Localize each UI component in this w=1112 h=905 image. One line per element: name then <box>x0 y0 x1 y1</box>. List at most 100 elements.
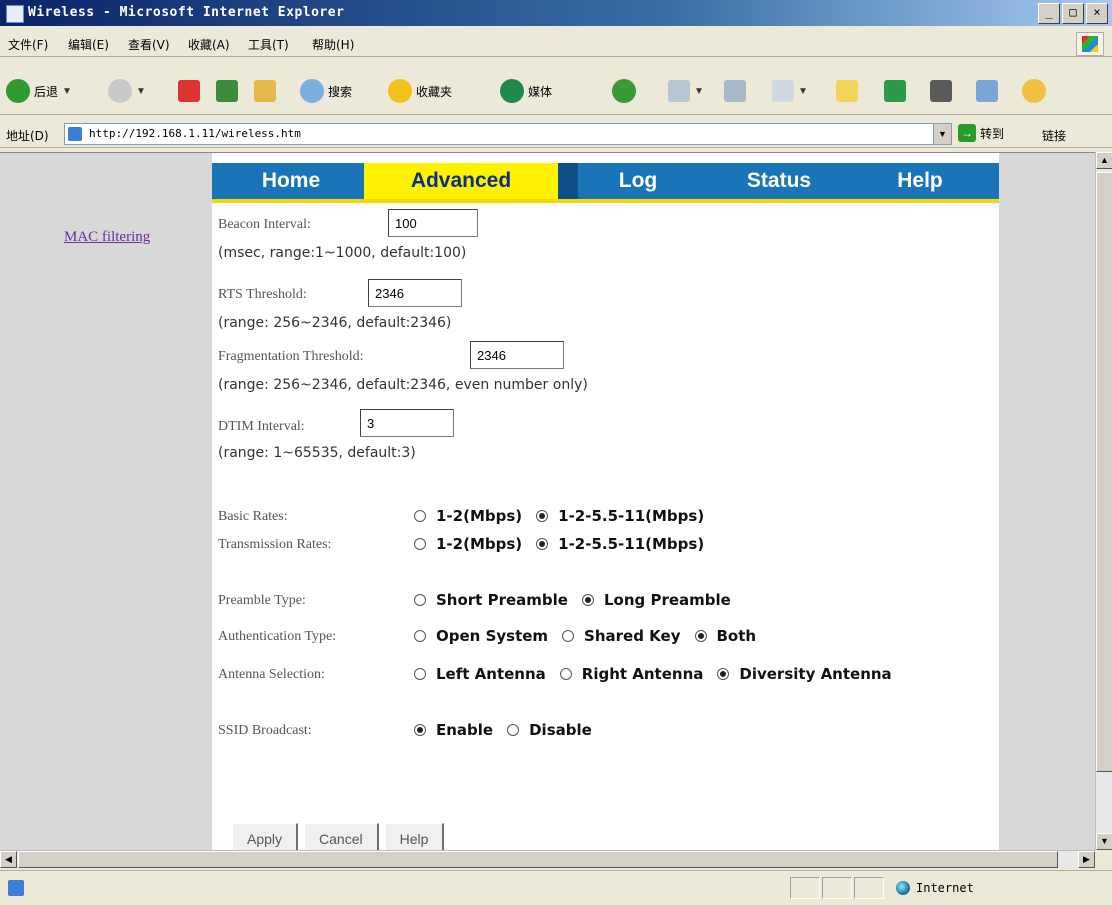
ssid-enable-option: Enable <box>436 721 494 739</box>
transmission-rates-group: 1-2(Mbps) 1-2-5.5-11(Mbps) <box>414 535 718 553</box>
chevron-down-icon[interactable]: ▼ <box>933 124 951 144</box>
tools-button[interactable] <box>930 78 952 104</box>
media-button[interactable]: 媒体 <box>500 78 552 104</box>
tab-advanced[interactable]: Advanced <box>364 163 558 199</box>
vertical-scrollbar[interactable]: ▲ ▼ <box>1095 152 1112 850</box>
rts-threshold-input[interactable] <box>368 279 462 307</box>
address-input[interactable]: http://192.168.1.11/wireless.htm ▼ <box>64 123 952 145</box>
messenger-icon <box>884 80 906 102</box>
auth-both-option: Both <box>716 627 757 645</box>
research-button[interactable] <box>976 78 998 104</box>
preamble-long-radio[interactable] <box>581 594 594 606</box>
horizontal-scroll-thumb[interactable] <box>18 851 1058 868</box>
home-button[interactable] <box>254 78 276 104</box>
basic-rates-option-2: 1-2-5.5-11(Mbps) <box>558 507 705 525</box>
globe-icon <box>896 881 910 895</box>
status-pane <box>822 877 852 899</box>
transmission-rates-radio-1[interactable] <box>414 538 426 550</box>
refresh-button[interactable] <box>216 78 238 104</box>
star-icon <box>388 79 412 103</box>
go-arrow-icon: → <box>958 124 976 142</box>
authentication-type-group: Open System Shared Key Both <box>414 627 770 645</box>
rts-threshold-label: RTS Threshold: <box>218 287 307 302</box>
research-icon <box>976 80 998 102</box>
status-bar: Internet <box>0 870 1112 905</box>
apply-button[interactable]: Apply <box>232 823 299 851</box>
back-button[interactable]: 后退 ▼ <box>6 78 72 104</box>
maximize-button[interactable]: □ <box>1062 3 1084 24</box>
tab-home[interactable]: Home <box>226 163 356 199</box>
search-label: 搜索 <box>328 84 353 99</box>
scroll-left-icon[interactable]: ◀ <box>0 851 17 868</box>
discuss-button[interactable] <box>1022 78 1046 104</box>
antenna-right-option: Right Antenna <box>581 665 704 683</box>
auth-open-radio[interactable] <box>414 630 426 642</box>
preamble-short-radio[interactable] <box>414 594 426 606</box>
media-icon <box>500 79 524 103</box>
fragmentation-threshold-input[interactable] <box>470 341 564 369</box>
edit-button[interactable]: ▼ <box>772 78 808 104</box>
beacon-interval-hint: (msec, range:1~1000, default:100) <box>218 245 467 261</box>
forward-button[interactable]: ▼ <box>108 78 146 104</box>
menu-edit[interactable]: 编辑(E) <box>68 36 109 53</box>
go-button[interactable]: → 转到 <box>958 124 1004 142</box>
ssid-enable-radio[interactable] <box>414 724 426 736</box>
menu-bar: 文件(F) 编辑(E) 查看(V) 收藏(A) 工具(T) 帮助(H) <box>0 30 1112 57</box>
links-button[interactable]: 链接 <box>1042 127 1066 144</box>
history-button[interactable] <box>612 78 636 104</box>
auth-both-radio[interactable] <box>694 630 707 642</box>
left-nav: MAC filtering <box>0 153 212 851</box>
beacon-interval-input[interactable] <box>388 209 478 237</box>
horizontal-scrollbar[interactable]: ◀ ▶ <box>0 850 1095 868</box>
dtim-interval-label: DTIM Interval: <box>218 419 305 434</box>
mac-filtering-link[interactable]: MAC filtering <box>64 229 150 246</box>
search-button[interactable]: 搜索 <box>300 78 352 104</box>
cancel-button[interactable]: Cancel <box>304 823 379 851</box>
menu-tools[interactable]: 工具(T) <box>248 36 289 53</box>
form-buttons: Apply Cancel Help <box>232 823 450 851</box>
tab-help[interactable]: Help <box>860 163 980 199</box>
auth-shared-option: Shared Key <box>584 627 681 645</box>
basic-rates-radio-1[interactable] <box>414 510 426 522</box>
discuss-icon <box>1022 79 1046 103</box>
favorites-button[interactable]: 收藏夹 <box>388 78 452 104</box>
ssid-disable-option: Disable <box>529 721 592 739</box>
scroll-down-icon[interactable]: ▼ <box>1096 833 1112 850</box>
ssid-disable-radio[interactable] <box>507 724 520 736</box>
auth-open-option: Open System <box>436 627 549 645</box>
menu-file[interactable]: 文件(F) <box>8 36 48 53</box>
folder-button[interactable] <box>836 78 858 104</box>
tab-log[interactable]: Log <box>578 163 698 199</box>
close-button[interactable]: × <box>1086 3 1108 24</box>
scroll-right-icon[interactable]: ▶ <box>1078 851 1095 868</box>
window-controls: _ □ × <box>1038 3 1108 24</box>
toolbar: 后退 ▼ ▼ 搜索 收藏夹 媒体 ▼ ▼ <box>0 68 1112 115</box>
preamble-type-group: Short Preamble Long Preamble <box>414 591 745 609</box>
antenna-left-option: Left Antenna <box>436 665 546 683</box>
ssid-broadcast-group: Enable Disable <box>414 721 606 739</box>
antenna-diversity-radio[interactable] <box>717 668 730 680</box>
auth-shared-radio[interactable] <box>562 630 575 642</box>
antenna-left-radio[interactable] <box>414 668 426 680</box>
scroll-up-icon[interactable]: ▲ <box>1096 152 1112 169</box>
mail-button[interactable]: ▼ <box>668 78 704 104</box>
print-button[interactable] <box>724 78 746 104</box>
messenger-button[interactable] <box>884 78 906 104</box>
mail-icon <box>668 80 690 102</box>
dtim-interval-input[interactable] <box>360 409 454 437</box>
antenna-right-radio[interactable] <box>559 668 572 680</box>
transmission-rates-radio-2[interactable] <box>536 538 549 550</box>
tab-status[interactable]: Status <box>714 163 844 199</box>
edit-icon <box>772 80 794 102</box>
basic-rates-option-1: 1-2(Mbps) <box>436 507 523 525</box>
help-button[interactable]: Help <box>384 823 445 851</box>
minimize-button[interactable]: _ <box>1038 3 1060 24</box>
zone-label: Internet <box>916 881 974 895</box>
menu-favorites[interactable]: 收藏(A) <box>188 36 230 53</box>
stop-button[interactable] <box>178 78 200 104</box>
vertical-scroll-thumb[interactable] <box>1096 172 1112 772</box>
basic-rates-radio-2[interactable] <box>536 510 549 522</box>
menu-help[interactable]: 帮助(H) <box>312 36 354 53</box>
menu-view[interactable]: 查看(V) <box>128 36 170 53</box>
chevron-down-icon: ▼ <box>798 85 808 97</box>
